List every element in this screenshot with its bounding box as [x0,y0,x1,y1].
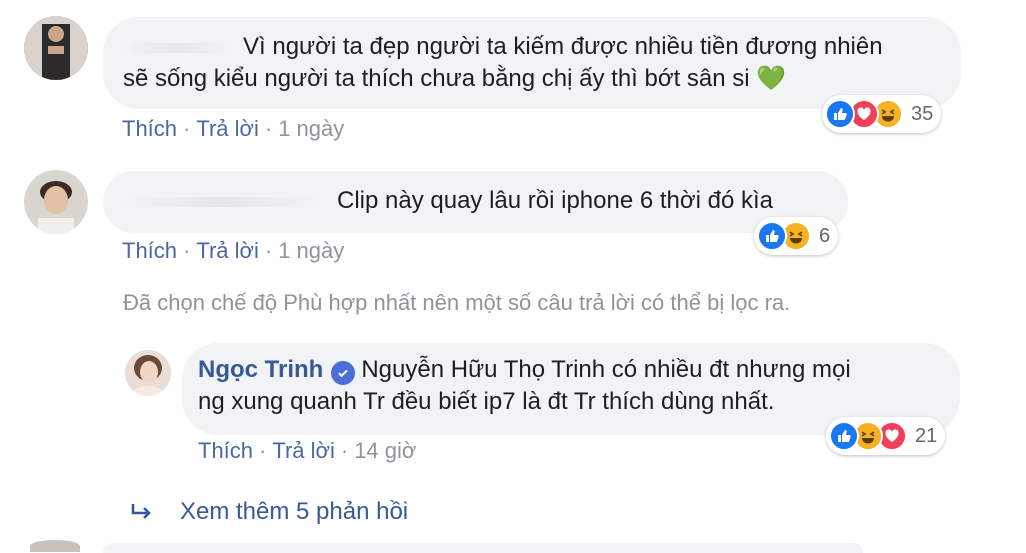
comment-bubble: Clip này quay lâu rồi iphone 6 thời đó k… [103,171,848,233]
reply-arrow-icon [130,502,156,522]
comment-text: Vì người ta đẹp người ta kiếm được nhiều… [243,33,883,60]
verified-badge-icon [331,361,356,385]
commenter-avatar[interactable] [24,170,88,234]
comment-actions: Thích · Trả lời · 1 ngày [122,238,345,263]
comment-text: Clip này quay lâu rồi iphone 6 thời đó k… [337,187,774,214]
comment-bubble: Vì người ta đẹp người ta kiếm được nhiều… [103,17,961,109]
reply-text: ng xung quanh Tr đều biết ip7 là đt Tr t… [198,388,775,415]
reaction-count: 35 [911,102,934,125]
reaction-count: 21 [915,424,938,447]
avatar-photo [24,16,88,80]
reply-link[interactable]: Trả lời [196,238,259,263]
reaction-count: 6 [819,224,831,247]
reply-link[interactable]: Trả lời [196,116,259,141]
like-icon [829,421,859,451]
next-comment-avatar-partial [30,540,80,552]
reply-author-name[interactable]: Ngọc Trinh [198,356,323,383]
reaction-summary[interactable]: 35 [822,95,942,133]
comment-time[interactable]: 1 ngày [278,116,344,141]
like-icon [825,99,855,129]
like-link[interactable]: Thích [122,116,177,141]
filter-notice: Đã chọn chế độ Phù hợp nhất nên một số c… [123,290,791,315]
avatar-photo [24,170,88,234]
reaction-summary[interactable]: 6 [754,217,839,255]
like-icon [757,221,787,251]
blurred-author-name[interactable] [123,196,323,207]
like-link[interactable]: Thích [198,438,253,463]
avatar-photo [125,350,171,396]
like-link[interactable]: Thích [122,238,177,263]
comment-actions: Thích · Trả lời · 1 ngày [122,116,345,141]
comment-time[interactable]: 1 ngày [278,238,344,263]
view-more-replies-link[interactable]: Xem thêm 5 phản hồi [130,498,408,526]
comment-text: sẽ sống kiểu người ta thích chưa bằng ch… [123,65,750,92]
green-heart-emoji: 💚 [756,65,787,92]
reply-author-avatar[interactable] [125,350,171,396]
reply-text: Nguyễn Hữu Thọ Trinh có nhiều đt nhưng m… [361,356,851,383]
next-comment-bubble-partial [103,543,863,553]
commenter-avatar[interactable] [24,16,88,80]
reply-time[interactable]: 14 giờ [354,438,416,463]
reply-actions: Thích · Trả lời · 14 giờ [198,438,417,463]
reaction-summary[interactable]: 21 [826,417,946,455]
view-more-label: Xem thêm 5 phản hồi [180,498,409,525]
blurred-author-name[interactable] [123,42,233,53]
reply-link[interactable]: Trả lời [272,438,335,463]
